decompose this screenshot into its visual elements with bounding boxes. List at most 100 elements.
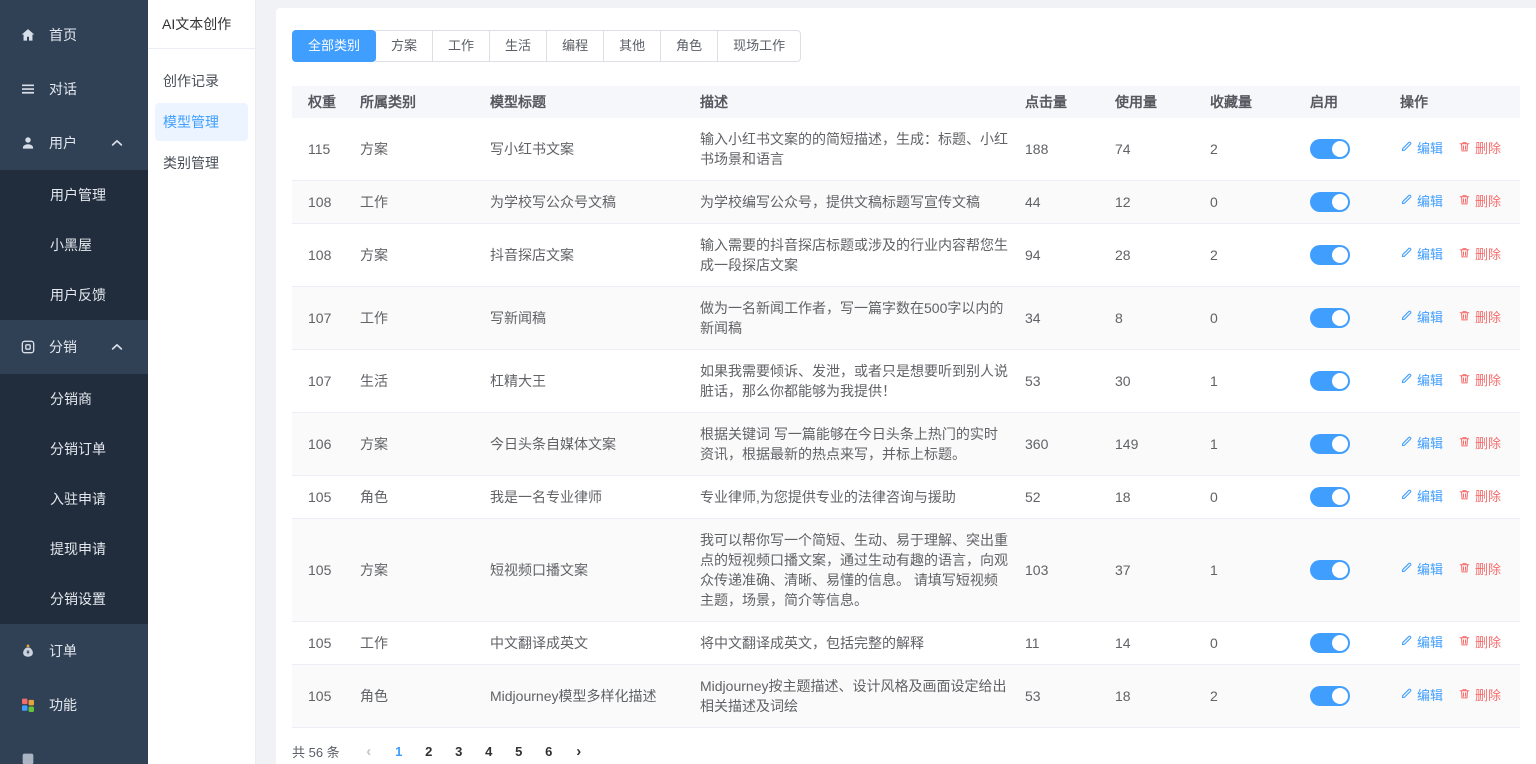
chevron-up-icon	[109, 339, 125, 355]
cell-title: 我是一名专业律师	[482, 476, 692, 519]
page-number-3[interactable]: 3	[444, 744, 474, 759]
sidebar-item-home[interactable]: 首页	[0, 8, 148, 62]
category-tab-5[interactable]: 其他	[603, 30, 661, 62]
cell-weight: 107	[292, 350, 352, 413]
category-tab-2[interactable]: 工作	[432, 30, 490, 62]
enable-toggle[interactable]	[1310, 139, 1350, 159]
cell-actions: 编辑 删除	[1392, 287, 1520, 350]
cell-uses: 18	[1107, 665, 1202, 728]
sidebar-item-label: 功能	[49, 695, 138, 715]
cell-clicks: 94	[1017, 224, 1107, 287]
cell-description: 为学校编写公众号，提供文稿标题写宣传文稿	[692, 181, 1017, 224]
cell-clicks: 53	[1017, 665, 1107, 728]
edit-button[interactable]: 编辑	[1400, 308, 1443, 328]
sidebar-item-user-management[interactable]: 用户管理	[0, 170, 148, 220]
cell-actions: 编辑删除	[1392, 665, 1520, 728]
enable-toggle[interactable]	[1310, 560, 1350, 580]
edit-icon	[1400, 371, 1413, 391]
delete-icon	[1458, 686, 1471, 706]
row-actions: 编辑 删除	[1400, 308, 1512, 328]
sidebar-item-features[interactable]: 功能	[0, 678, 148, 732]
edit-button[interactable]: 编辑	[1400, 560, 1443, 580]
category-tab-0[interactable]: 全部类别	[292, 30, 376, 62]
submenu-item-category-management[interactable]: 类别管理	[155, 144, 248, 182]
cell-category: 工作	[352, 622, 482, 665]
page-number-5[interactable]: 5	[504, 744, 534, 759]
delete-button[interactable]: 删除	[1458, 308, 1501, 328]
delete-label: 删除	[1475, 245, 1501, 265]
table-body: 115方案写小红书文案输入小红书文案的的简短描述，生成：标题、小红书场景和语言1…	[292, 118, 1520, 728]
category-tab-4[interactable]: 编程	[546, 30, 604, 62]
edit-button[interactable]: 编辑	[1400, 139, 1443, 159]
cell-title: 为学校写公众号文稿	[482, 181, 692, 224]
sidebar-item-users[interactable]: 用户	[0, 116, 148, 170]
delete-button[interactable]: 删除	[1458, 192, 1501, 212]
enable-toggle[interactable]	[1310, 308, 1350, 328]
submenu-item-creation-records[interactable]: 创作记录	[155, 62, 248, 100]
sidebar-item-chat[interactable]: 对话	[0, 62, 148, 116]
cell-category: 方案	[352, 224, 482, 287]
sidebar-item-partial[interactable]	[0, 732, 148, 764]
delete-button[interactable]: 删除	[1458, 487, 1501, 507]
enable-toggle[interactable]	[1310, 245, 1350, 265]
enable-toggle[interactable]	[1310, 686, 1350, 706]
sidebar-item-blacklist[interactable]: 小黑屋	[0, 220, 148, 270]
edit-button[interactable]: 编辑	[1400, 633, 1443, 653]
delete-button[interactable]: 删除	[1458, 139, 1501, 159]
edit-button[interactable]: 编辑	[1400, 192, 1443, 212]
enable-toggle[interactable]	[1310, 487, 1350, 507]
enable-toggle[interactable]	[1310, 192, 1350, 212]
enable-toggle[interactable]	[1310, 371, 1350, 391]
delete-label: 删除	[1475, 371, 1501, 391]
delete-label: 删除	[1475, 308, 1501, 328]
cell-category: 生活	[352, 350, 482, 413]
cell-actions: 编辑删除	[1392, 476, 1520, 519]
edit-button[interactable]: 编辑	[1400, 487, 1443, 507]
sidebar-item-distribution-orders[interactable]: 分销订单	[0, 424, 148, 474]
enable-toggle[interactable]	[1310, 434, 1350, 454]
cell-title: 写新闻稿	[482, 287, 692, 350]
category-tab-3[interactable]: 生活	[489, 30, 547, 62]
category-tab-6[interactable]: 角色	[660, 30, 718, 62]
delete-button[interactable]: 删除	[1458, 686, 1501, 706]
column-header: 模型标题	[482, 86, 692, 118]
edit-button[interactable]: 编辑	[1400, 245, 1443, 265]
sidebar-item-distribution[interactable]: 分销	[0, 320, 148, 374]
delete-button[interactable]: 删除	[1458, 245, 1501, 265]
chevron-right-icon[interactable]: ›	[564, 744, 594, 759]
page-number-4[interactable]: 4	[474, 744, 504, 759]
edit-button[interactable]: 编辑	[1400, 686, 1443, 706]
edit-button[interactable]: 编辑	[1400, 371, 1443, 391]
page-number-2[interactable]: 2	[414, 744, 444, 759]
delete-button[interactable]: 删除	[1458, 371, 1501, 391]
category-tab-7[interactable]: 现场工作	[717, 30, 801, 62]
column-header: 操作	[1392, 86, 1520, 118]
edit-icon	[1400, 560, 1413, 580]
sidebar-item-withdraw-application[interactable]: 提现申请	[0, 524, 148, 574]
cell-weight: 115	[292, 118, 352, 181]
features-icon	[20, 697, 36, 713]
content-card: 全部类别方案工作生活编程其他角色现场工作 权重所属类别模型标题描述点击量使用量收…	[276, 8, 1536, 764]
delete-button[interactable]: 删除	[1458, 633, 1501, 653]
edit-icon	[1400, 487, 1413, 507]
sidebar-item-distribution-settings[interactable]: 分销设置	[0, 574, 148, 624]
submenu-item-model-management[interactable]: 模型管理	[155, 103, 248, 141]
sidebar-item-orders[interactable]: 订单	[0, 624, 148, 678]
delete-button[interactable]: 删除	[1458, 434, 1501, 454]
delete-button[interactable]: 删除	[1458, 560, 1501, 580]
page-number-6[interactable]: 6	[534, 744, 564, 759]
cell-actions: 编辑 删除	[1392, 224, 1520, 287]
pagination: 共 56 条 ‹123456›	[292, 742, 1520, 761]
category-tab-1[interactable]: 方案	[375, 30, 433, 62]
chevron-left-icon[interactable]: ‹	[354, 744, 384, 759]
cell-uses: 8	[1107, 287, 1202, 350]
edit-button[interactable]: 编辑	[1400, 434, 1443, 454]
sidebar-item-user-feedback[interactable]: 用户反馈	[0, 270, 148, 320]
sidebar-item-entry-application[interactable]: 入驻申请	[0, 474, 148, 524]
sidebar-submenu-distribution: 分销商分销订单入驻申请提现申请分销设置	[0, 374, 148, 624]
cell-title: 抖音探店文案	[482, 224, 692, 287]
enable-toggle[interactable]	[1310, 633, 1350, 653]
category-tabs: 全部类别方案工作生活编程其他角色现场工作	[292, 30, 1520, 62]
page-number-1[interactable]: 1	[384, 744, 414, 759]
sidebar-item-distributors[interactable]: 分销商	[0, 374, 148, 424]
